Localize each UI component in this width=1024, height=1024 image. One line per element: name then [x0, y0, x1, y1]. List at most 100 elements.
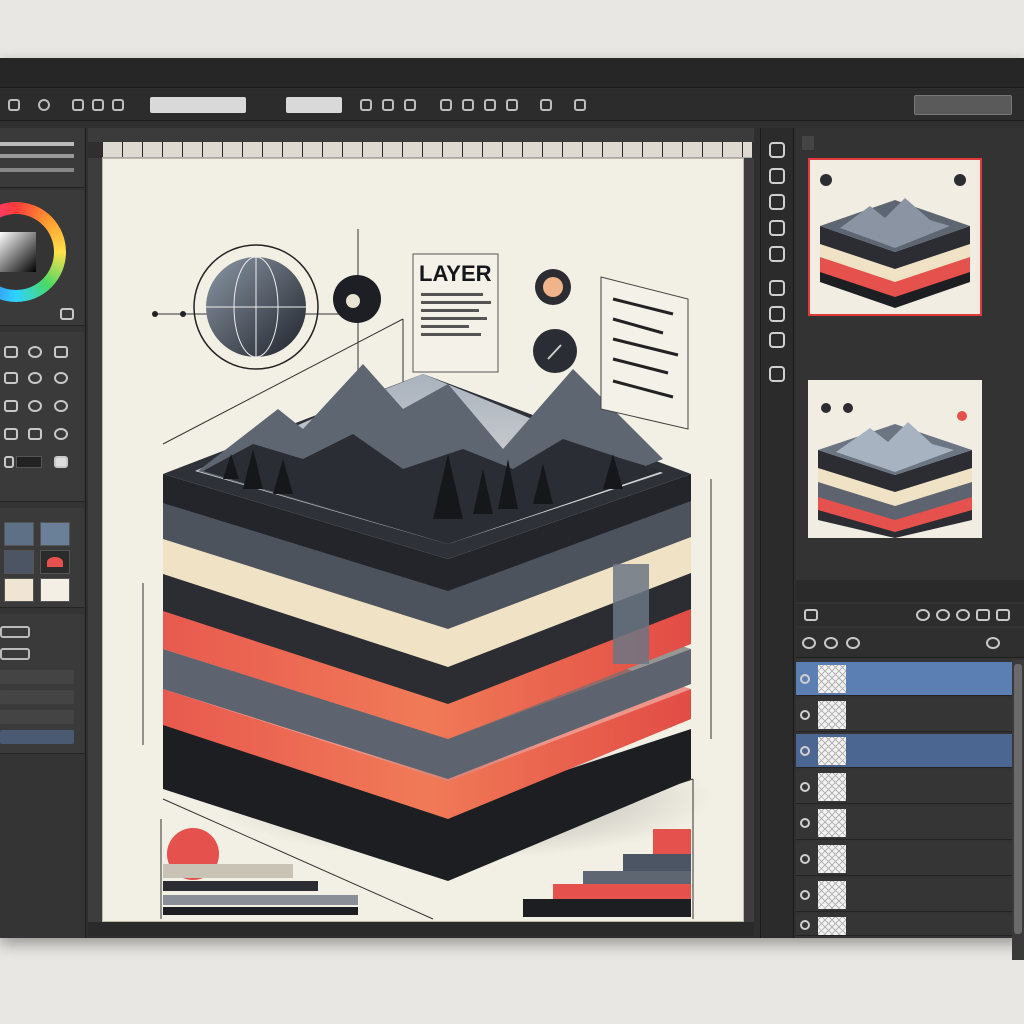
preview-thumbnail[interactable] [808, 380, 982, 538]
layer-option-icon[interactable] [916, 609, 930, 621]
swatch[interactable] [4, 550, 34, 574]
layer-row[interactable] [796, 914, 1012, 936]
scrollbar-thumb[interactable] [1014, 664, 1022, 934]
swatch[interactable] [40, 550, 70, 574]
left-panel [0, 128, 86, 938]
slider[interactable] [0, 168, 74, 172]
panel-icon[interactable] [769, 306, 785, 322]
swatch[interactable] [40, 522, 70, 546]
adjustment-row[interactable] [0, 670, 74, 684]
option-icon[interactable] [506, 99, 518, 111]
layer-option-icon[interactable] [936, 609, 950, 621]
layers-panel-header [796, 580, 1024, 602]
tool-icon[interactable] [54, 372, 68, 384]
panel-icon[interactable] [769, 168, 785, 184]
adjustment-icon[interactable] [0, 648, 30, 660]
option-field[interactable] [150, 97, 246, 113]
color-picker[interactable] [0, 190, 84, 326]
document-canvas[interactable]: LAYER [102, 158, 744, 925]
eye-icon[interactable] [800, 710, 810, 720]
layer-option-icon[interactable] [956, 609, 970, 621]
tool-preset-icon[interactable] [8, 99, 20, 111]
anchor-dot [152, 311, 158, 317]
swap-colors-icon[interactable] [60, 308, 74, 320]
lock-icon[interactable] [846, 637, 860, 649]
eye-icon[interactable] [800, 674, 810, 684]
tool-icon[interactable] [4, 428, 18, 440]
workspace-button[interactable] [914, 95, 1012, 115]
eye-icon[interactable] [800, 818, 810, 828]
eye-icon[interactable] [800, 746, 810, 756]
tool-icon[interactable] [54, 346, 68, 358]
panel-icon[interactable] [769, 366, 785, 382]
tool-icon[interactable] [4, 346, 18, 358]
option-icon[interactable] [112, 99, 124, 111]
option-icon[interactable] [72, 99, 84, 111]
tool-icon[interactable] [4, 400, 18, 412]
preview-thumbnail-active[interactable] [808, 158, 982, 316]
panel-icon[interactable] [769, 142, 785, 158]
document-tab[interactable] [88, 128, 754, 142]
option-icon[interactable] [360, 99, 372, 111]
adjustment-row[interactable] [0, 710, 74, 724]
filter-icon[interactable] [804, 609, 818, 621]
tool-icon[interactable] [28, 346, 42, 358]
layer-row[interactable] [796, 734, 1012, 768]
tool-icon[interactable] [4, 456, 14, 468]
panel-icon[interactable] [769, 280, 785, 296]
swatch[interactable] [4, 522, 34, 546]
panel-icon[interactable] [769, 220, 785, 236]
tool-field[interactable] [16, 456, 42, 468]
option-icon[interactable] [540, 99, 552, 111]
option-icon[interactable] [574, 99, 586, 111]
swatch[interactable] [40, 578, 70, 602]
tool-icon[interactable] [54, 400, 68, 412]
layer-row[interactable] [796, 806, 1012, 840]
slider[interactable] [0, 154, 74, 158]
tool-icon[interactable] [4, 372, 18, 384]
tab-preview[interactable] [802, 136, 814, 150]
lock-icon[interactable] [802, 637, 816, 649]
slider[interactable] [0, 142, 74, 146]
brush-icon [533, 329, 577, 373]
eye-icon[interactable] [800, 920, 810, 930]
layer-stack [163, 364, 691, 881]
tool-icon[interactable] [54, 456, 68, 468]
eye-icon[interactable] [800, 782, 810, 792]
layer-option-icon[interactable] [976, 609, 990, 621]
option-icon[interactable] [484, 99, 496, 111]
circle-icon[interactable] [38, 99, 50, 111]
swatch[interactable] [4, 578, 34, 602]
layers-scrollbar[interactable] [1012, 660, 1024, 960]
eye-icon[interactable] [800, 890, 810, 900]
option-icon[interactable] [382, 99, 394, 111]
option-icon[interactable] [462, 99, 474, 111]
option-icon[interactable] [92, 99, 104, 111]
tool-icon[interactable] [54, 428, 68, 440]
option-icon[interactable] [404, 99, 416, 111]
tool-icon[interactable] [28, 428, 42, 440]
layer-row[interactable] [796, 842, 1012, 876]
color-field[interactable] [0, 232, 36, 272]
status-bar [88, 922, 754, 936]
panel-icon[interactable] [769, 246, 785, 262]
eye-icon[interactable] [800, 854, 810, 864]
swatch-icon [47, 557, 63, 567]
panel-icon[interactable] [769, 332, 785, 348]
option-field[interactable] [286, 97, 342, 113]
layer-row[interactable] [796, 878, 1012, 912]
layer-row[interactable] [796, 698, 1012, 732]
tool-icon[interactable] [28, 372, 42, 384]
panel-icon[interactable] [769, 194, 785, 210]
adjustment-icon[interactable] [0, 626, 30, 638]
adjustment-row[interactable] [0, 690, 74, 704]
tool-icon[interactable] [28, 400, 42, 412]
lock-icon[interactable] [986, 637, 1000, 649]
layer-row[interactable] [796, 770, 1012, 804]
lock-icon[interactable] [824, 637, 838, 649]
option-icon[interactable] [440, 99, 452, 111]
layer-row[interactable] [796, 662, 1012, 696]
adjustment-row[interactable] [0, 730, 74, 744]
layer-option-icon[interactable] [996, 609, 1010, 621]
layer-thumbnail-icon [818, 737, 846, 765]
